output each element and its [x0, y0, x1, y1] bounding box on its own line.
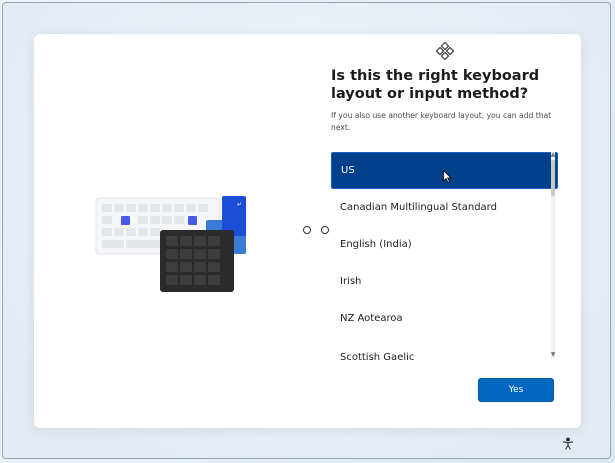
page-title: Is this the right keyboard layout or inp… [331, 68, 540, 102]
scroll-down-arrow-icon[interactable]: ▼ [549, 352, 557, 358]
keyboard-layout-list[interactable]: US Canadian Multilingual Standard Englis… [331, 152, 558, 360]
layout-item-nz-aotearoa[interactable]: NZ Aotearoa [331, 300, 558, 337]
layout-item-canadian-multilingual[interactable]: Canadian Multilingual Standard [331, 189, 558, 226]
page-subtitle: If you also use another keyboard layout,… [331, 111, 552, 132]
layout-item-scottish-gaelic[interactable]: Scottish Gaelic [331, 337, 558, 360]
layout-item-english-india[interactable]: English (India) [331, 226, 558, 263]
scrollbar-thumb[interactable] [551, 160, 555, 196]
list-scrollbar[interactable]: ▲ ▼ [549, 152, 557, 358]
windows-setup-logo-icon [436, 42, 454, 60]
yes-button[interactable]: Yes [478, 378, 554, 402]
mouse-cursor-icon [443, 170, 452, 183]
setup-card: ↵ Is this the right keyboard layout or i… [34, 34, 581, 428]
progress-dot [303, 226, 311, 234]
progress-dots [303, 226, 329, 234]
svg-text:↵: ↵ [237, 201, 242, 208]
accessibility-icon[interactable] [561, 437, 575, 451]
scroll-up-arrow-icon[interactable]: ▲ [549, 152, 557, 158]
layout-item-irish[interactable]: Irish [331, 263, 558, 300]
progress-dot [321, 226, 329, 234]
keyboard-illustration: ↵ [95, 196, 246, 292]
